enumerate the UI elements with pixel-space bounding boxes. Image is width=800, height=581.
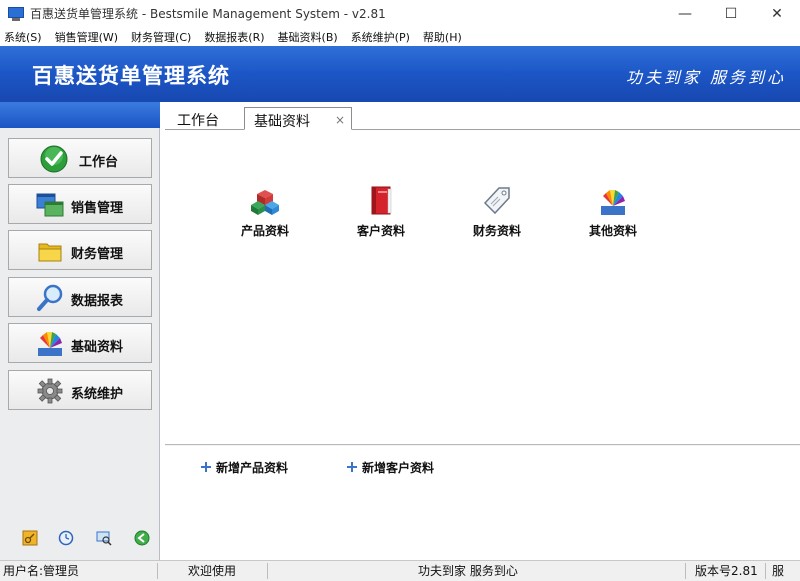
sidebar-item-label: 销售管理 bbox=[71, 201, 124, 216]
status-version: 版本号2.81 bbox=[695, 564, 758, 578]
shortcut-customer-data[interactable]: 客户资料 bbox=[341, 186, 421, 242]
status-user: 用户名:管理员 bbox=[3, 564, 80, 578]
window-controls: — ☐ ✕ bbox=[662, 0, 800, 27]
key-icon[interactable] bbox=[22, 530, 38, 546]
status-separator bbox=[685, 563, 686, 579]
monitor-search-icon[interactable] bbox=[96, 530, 112, 546]
status-slogan: 功夫到家 服务到心 bbox=[418, 564, 518, 578]
sidebar-item-sales[interactable]: 销售管理 bbox=[8, 184, 152, 224]
magnifier-icon bbox=[37, 284, 63, 311]
banner-slogan: 功夫到家 服务到心 bbox=[625, 68, 786, 87]
title-bar: 百惠送货单管理系统 - Bestsmile Management System … bbox=[0, 0, 800, 27]
maximize-button[interactable]: ☐ bbox=[708, 0, 754, 27]
quick-action-label: 新增客户资料 bbox=[362, 460, 435, 475]
color-fan-icon bbox=[601, 190, 625, 215]
sidebar-item-label: 工作台 bbox=[79, 155, 119, 170]
sidebar-item-basic-data[interactable]: 基础资料 bbox=[8, 323, 152, 363]
sidebar-item-reports[interactable]: 数据报表 bbox=[8, 277, 152, 317]
windows-icon bbox=[36, 193, 64, 217]
sidebar-header-strip bbox=[0, 102, 160, 128]
add-product-link[interactable]: 新增产品资料 bbox=[201, 459, 288, 475]
menu-system[interactable]: 系统(S) bbox=[4, 29, 42, 45]
shortcut-label: 客户资料 bbox=[356, 224, 405, 238]
tab-basic-data[interactable]: 基础资料 × bbox=[244, 107, 352, 130]
shortcut-product-data[interactable]: 产品资料 bbox=[225, 186, 305, 242]
cubes-icon bbox=[251, 190, 279, 215]
menu-reports[interactable]: 数据报表(R) bbox=[204, 29, 264, 45]
sidebar: 工作台 销售管理 财务管理 数据报表 基础资料 系统维护 bbox=[0, 102, 160, 560]
sidebar-item-label: 财务管理 bbox=[71, 247, 124, 262]
status-separator bbox=[157, 563, 158, 579]
clock-icon[interactable] bbox=[58, 530, 74, 546]
minimize-button[interactable]: — bbox=[662, 0, 708, 27]
plus-icon bbox=[347, 462, 357, 472]
content-divider bbox=[165, 444, 800, 446]
tab-label: 基础资料 bbox=[254, 114, 310, 130]
shortcut-label: 财务资料 bbox=[472, 224, 521, 238]
sidebar-toolbar bbox=[0, 530, 160, 550]
shortcut-other-data[interactable]: 其他资料 bbox=[573, 186, 653, 242]
tab-close-icon[interactable]: × bbox=[335, 113, 345, 127]
add-customer-link[interactable]: 新增客户资料 bbox=[347, 459, 434, 475]
tab-strip: 工作台 基础资料 × bbox=[165, 107, 800, 130]
shortcut-label: 产品资料 bbox=[240, 224, 289, 238]
status-tail: 服 bbox=[772, 564, 785, 578]
status-bar: 用户名:管理员 欢迎使用 功夫到家 服务到心 版本号2.81 服 bbox=[0, 560, 800, 581]
folder-icon bbox=[38, 243, 62, 262]
shortcut-label: 其他资料 bbox=[588, 224, 637, 238]
status-separator bbox=[765, 563, 766, 579]
sidebar-item-finance[interactable]: 财务管理 bbox=[8, 230, 152, 270]
sidebar-item-label: 数据报表 bbox=[71, 294, 124, 309]
shortcut-finance-data[interactable]: 财务资料 bbox=[457, 186, 537, 242]
close-button[interactable]: ✕ bbox=[754, 0, 800, 27]
menu-finance[interactable]: 财务管理(C) bbox=[131, 29, 191, 45]
red-book-icon bbox=[371, 186, 392, 215]
check-circle-icon bbox=[40, 145, 68, 173]
menu-maintenance[interactable]: 系统维护(P) bbox=[351, 29, 410, 45]
gear-icon bbox=[37, 378, 63, 404]
tab-workbench[interactable]: 工作台 bbox=[177, 107, 219, 130]
sidebar-item-label: 系统维护 bbox=[71, 387, 124, 402]
plus-icon bbox=[201, 462, 211, 472]
menu-bar: 系统(S) 销售管理(W) 财务管理(C) 数据报表(R) 基础资料(B) 系统… bbox=[0, 27, 800, 46]
banner-title: 百惠送货单管理系统 bbox=[32, 64, 230, 88]
quick-action-label: 新增产品资料 bbox=[216, 460, 289, 475]
window-title: 百惠送货单管理系统 - Bestsmile Management System … bbox=[30, 7, 386, 21]
exit-arrow-icon[interactable] bbox=[134, 530, 150, 546]
menu-basic-data[interactable]: 基础资料(B) bbox=[278, 29, 338, 45]
color-fan-icon bbox=[38, 332, 62, 356]
status-separator bbox=[267, 563, 268, 579]
app-banner: 百惠送货单管理系统 功夫到家 服务到心 bbox=[0, 46, 800, 102]
status-welcome: 欢迎使用 bbox=[188, 564, 237, 578]
sidebar-item-maintenance[interactable]: 系统维护 bbox=[8, 370, 152, 410]
price-tag-icon bbox=[483, 187, 510, 215]
sidebar-item-label: 基础资料 bbox=[71, 340, 124, 355]
sidebar-item-workbench[interactable]: 工作台 bbox=[8, 138, 152, 178]
menu-help[interactable]: 帮助(H) bbox=[423, 29, 462, 45]
app-icon bbox=[8, 6, 24, 21]
main-content: 产品资料 客户资料 财务资料 其他资料 新增产品资料 新增客户资料 bbox=[165, 130, 800, 560]
menu-sales[interactable]: 销售管理(W) bbox=[55, 29, 118, 45]
